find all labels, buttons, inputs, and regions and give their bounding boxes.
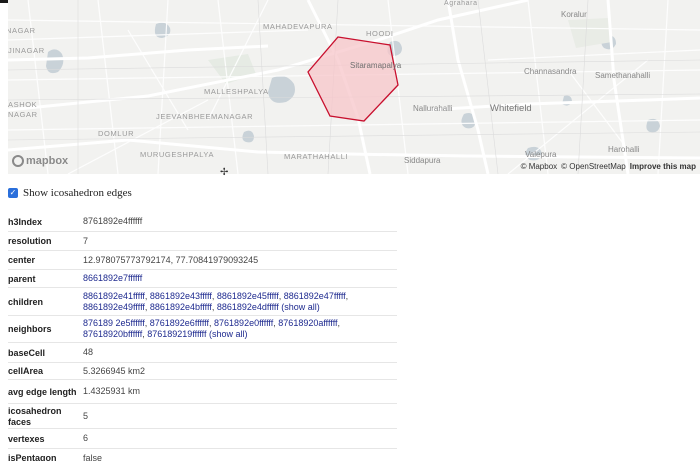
map-label-agrahara: Agrahara — [444, 0, 478, 7]
neighbor-link[interactable]: 8761892e0ffffff — [214, 318, 273, 328]
property-value: 12.978075773792174, 77.70841979093245 — [83, 254, 259, 265]
property-key: center — [8, 255, 36, 265]
map-label-malleshpalya: MALLESHPALYA — [204, 87, 269, 96]
map-attribution: © Mapbox © OpenStreetMap Improve this ma… — [521, 162, 696, 171]
improve-map-link[interactable]: Improve this map — [630, 162, 696, 171]
map-label-koralur: Koralur — [561, 10, 587, 19]
h3-properties-table: h3Index 8761892e4ffffff resolution 7 cen… — [8, 212, 397, 461]
map-label-nagar-left: NAGAR — [8, 110, 38, 119]
property-key: baseCell — [8, 347, 46, 358]
osm-attribution-link[interactable]: © OpenStreetMap — [561, 162, 626, 171]
property-key: cellArea — [8, 366, 44, 376]
mapbox-logo[interactable]: mapbox — [12, 155, 68, 167]
property-row-vertexes: vertexes 6 — [8, 429, 397, 449]
map-label-harohalli: Harohalli — [608, 145, 640, 154]
map-label-siddapura: Siddapura — [404, 156, 441, 165]
property-key: isPentagon — [8, 453, 57, 461]
children-show-all-link[interactable]: (show all) — [281, 302, 320, 312]
map-label-jeevanbheemanagar: JEEVANBHEEMANAGAR — [156, 112, 254, 121]
map-label-domlur: DOMLUR — [98, 129, 135, 138]
neighbor-link[interactable]: 8761892e6ffffff — [150, 318, 209, 328]
child-link[interactable]: 8861892e49fffff — [83, 302, 145, 312]
property-value: 48 — [83, 347, 94, 357]
neighbor-link[interactable]: 876189219ffffff — [147, 329, 206, 339]
property-row-center: center 12.978075773792174, 77.7084197909… — [8, 251, 397, 270]
map-label-jinagar: JINAGAR — [8, 46, 45, 55]
property-row-neighbors: neighbors 876189 2e5ffffff, 8761892e6fff… — [8, 316, 397, 343]
checkbox-checked-icon[interactable]: ✓ — [8, 188, 18, 198]
property-row-ispentagon: isPentagon false — [8, 449, 397, 461]
property-value: 6 — [83, 433, 89, 443]
map-label-nallurahalli: Nallurahalli — [413, 104, 453, 113]
property-key: icosahedron faces — [8, 405, 62, 427]
neighbor-link[interactable]: 87618920bffffff — [83, 329, 142, 339]
children-list: 8861892e41fffff, 8861892e43fffff, 886189… — [83, 290, 349, 312]
property-value: false — [83, 452, 103, 461]
map-label-marathahalli: MARATHAHALLI — [284, 152, 349, 161]
mapbox-logo-icon — [12, 155, 24, 167]
property-row-parent: parent 8661892e7ffffff — [8, 270, 397, 288]
property-value: 1.4325931 km — [83, 386, 141, 396]
child-link[interactable]: 8861892e4bfffff — [150, 302, 212, 312]
map-label-nagar-top: NAGAR — [8, 26, 36, 35]
neighbor-link[interactable]: 876189 2e5ffffff — [83, 318, 145, 328]
property-row-icosahedron-faces: icosahedron faces 5 — [8, 404, 397, 429]
map-label-samethanahalli: Samethanahalli — [595, 71, 651, 80]
property-value: 5.3266945 km2 — [83, 365, 146, 376]
property-row-avg-edge-length: avg edge length 1.4325931 km — [8, 380, 397, 404]
child-link[interactable]: 8861892e43fffff — [150, 291, 212, 301]
child-link[interactable]: 8861892e4dfffff — [217, 302, 279, 312]
property-key: h3Index — [8, 216, 43, 227]
property-value: 7 — [83, 235, 89, 246]
parent-link[interactable]: 8661892e7ffffff — [83, 273, 142, 283]
map-label-sitaramapalya: Sitaramapalya — [350, 61, 402, 70]
neighbors-show-all-link[interactable]: (show all) — [209, 329, 248, 339]
property-row-resolution: resolution 7 — [8, 232, 397, 251]
property-row-basecell: baseCell 48 — [8, 343, 397, 363]
property-value: 5 — [83, 410, 89, 421]
map-label-channasandra: Channasandra — [524, 67, 577, 76]
property-row-children: children 8861892e41fffff, 8861892e43ffff… — [8, 288, 397, 316]
neighbors-list: 876189 2e5ffffff, 8761892e6ffffff, 87618… — [83, 318, 341, 339]
neighbor-link[interactable]: 87618920affffff — [278, 318, 337, 328]
cursor-crosshair-icon: ✢ — [220, 167, 229, 178]
h3-hexagon — [307, 36, 399, 122]
child-link[interactable]: 8861892e41fffff — [83, 291, 145, 301]
icosahedron-edges-toggle[interactable]: ✓ Show icosahedron edges — [8, 187, 132, 199]
map-label-whitefield: Whitefield — [490, 103, 532, 114]
child-link[interactable]: 8861892e45fffff — [217, 291, 279, 301]
child-link[interactable]: 8861892e47fffff — [284, 291, 346, 301]
mapbox-attribution-link[interactable]: © Mapbox — [521, 162, 558, 171]
property-row-h3index: h3Index 8761892e4ffffff — [8, 212, 397, 232]
map-label-murugeshpalya: MURUGESHPALYA — [140, 150, 215, 159]
property-key: parent — [8, 273, 36, 284]
map-base-layer — [8, 0, 700, 174]
map-label-hoodi: HOODI — [366, 29, 394, 38]
property-value: 8761892e4ffffff — [83, 216, 143, 226]
property-key: neighbors — [8, 324, 52, 334]
map-view[interactable]: Agrahara Koralur MAHADEVAPURA HOODI NAGA… — [8, 0, 700, 174]
icosahedron-edges-label: Show icosahedron edges — [23, 187, 132, 199]
map-label-mahadevapura: MAHADEVAPURA — [263, 22, 333, 31]
map-label-valepura: Valepura — [525, 150, 557, 159]
property-key: vertexes — [8, 433, 45, 444]
mapbox-logo-text: mapbox — [26, 155, 69, 167]
property-key: children — [8, 296, 44, 307]
property-key: resolution — [8, 236, 52, 246]
map-label-ashok: ASHOK — [8, 100, 38, 109]
property-key: avg edge length — [8, 386, 77, 397]
property-row-cellarea: cellArea 5.3266945 km2 — [8, 363, 397, 380]
